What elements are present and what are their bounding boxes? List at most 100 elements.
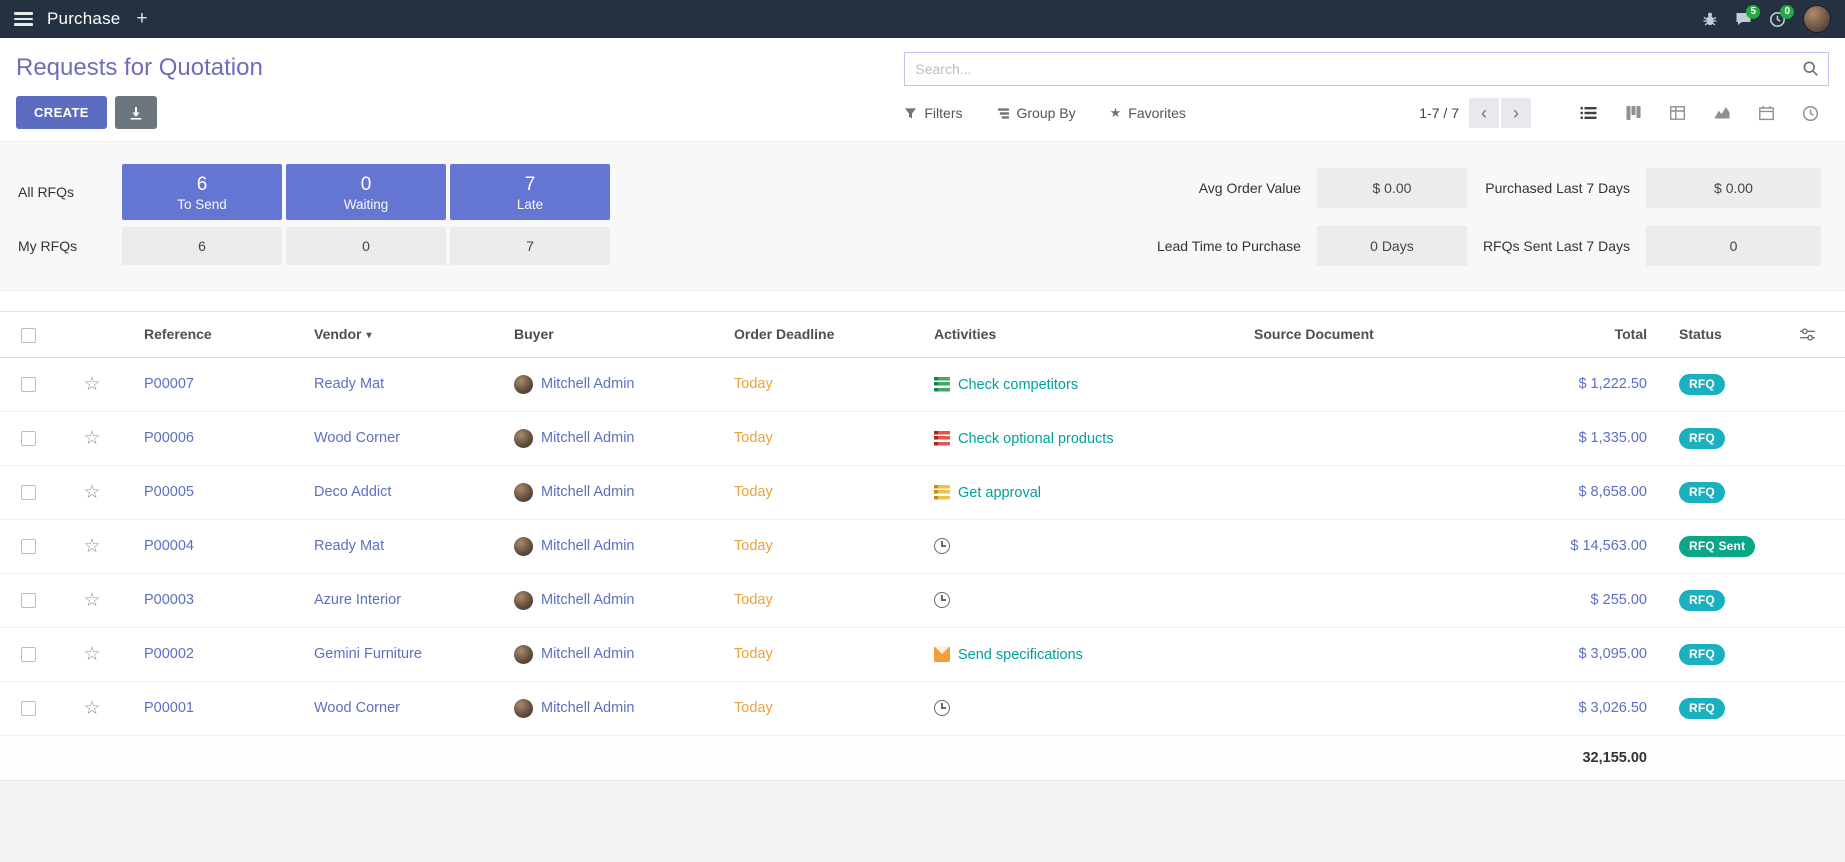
table-row[interactable]: ☆ P00003 Azure Interior Mitchell Admin T… [0,573,1845,627]
reference-link[interactable]: P00001 [144,700,194,716]
activity-link[interactable]: Send specifications [958,647,1083,663]
activity-clock-icon[interactable] [934,592,950,608]
favorite-star-icon[interactable]: ☆ [83,428,100,449]
row-checkbox[interactable] [21,431,36,446]
page-title: Requests for Quotation [16,54,850,82]
activity-link[interactable]: Check optional products [958,431,1114,447]
my-to-send[interactable]: 6 [122,227,282,265]
buyer-avatar [514,375,533,394]
reference-link[interactable]: P00007 [144,376,194,392]
pivot-view-icon[interactable] [1669,105,1686,121]
vendor-link[interactable]: Ready Mat [314,376,384,392]
app-name[interactable]: Purchase [47,9,120,29]
favorites-button[interactable]: ★ Favorites [1110,105,1186,121]
graph-view-icon[interactable] [1713,105,1731,121]
table-row[interactable]: ☆ P00007 Ready Mat Mitchell Admin Today … [0,357,1845,411]
favorite-star-icon[interactable]: ☆ [83,590,100,611]
list-view-icon[interactable] [1579,105,1598,121]
my-late[interactable]: 7 [450,227,610,265]
view-switcher [1579,105,1819,122]
create-button[interactable]: CREATE [16,96,107,129]
row-checkbox[interactable] [21,647,36,662]
lead-time-value: 0 Days [1317,226,1467,266]
rfqs-sent-last-7-days: 0 [1646,226,1821,266]
header-reference[interactable]: Reference [128,312,298,358]
buyer-link[interactable]: Mitchell Admin [541,430,634,446]
kpi-waiting[interactable]: 0 Waiting [286,164,446,220]
reference-link[interactable]: P00005 [144,484,194,500]
status-badge: RFQ [1679,698,1725,719]
buyer-link[interactable]: Mitchell Admin [541,700,634,716]
buyer-link[interactable]: Mitchell Admin [541,538,634,554]
row-checkbox[interactable] [21,701,36,716]
activity-tasks-icon[interactable] [934,484,950,500]
row-checkbox[interactable] [21,485,36,500]
header-source-document[interactable]: Source Document [1238,312,1503,358]
activity-clock-icon[interactable] [934,700,950,716]
new-tab-icon[interactable]: + [136,8,147,30]
search-input[interactable] [904,52,1829,86]
header-status[interactable]: Status [1663,312,1793,358]
debug-bug-icon[interactable] [1702,11,1718,27]
my-waiting[interactable]: 0 [286,227,446,265]
activity-tasks-icon[interactable] [934,376,950,392]
activity-clock-icon[interactable] [934,538,950,554]
export-button[interactable] [115,96,157,129]
reference-link[interactable]: P00003 [144,592,194,608]
table-row[interactable]: ☆ P00006 Wood Corner Mitchell Admin Toda… [0,411,1845,465]
reference-link[interactable]: P00004 [144,538,194,554]
activity-link[interactable]: Check competitors [958,377,1078,393]
messages-icon[interactable]: 5 [1735,11,1752,27]
row-checkbox[interactable] [21,593,36,608]
vendor-link[interactable]: Azure Interior [314,592,401,608]
rfqs-sent-last-7-days-label: RFQs Sent Last 7 Days [1483,238,1630,254]
buyer-link[interactable]: Mitchell Admin [541,592,634,608]
calendar-view-icon[interactable] [1758,105,1775,121]
filters-button[interactable]: Filters [904,105,962,121]
table-row[interactable]: ☆ P00002 Gemini Furniture Mitchell Admin… [0,627,1845,681]
kanban-view-icon[interactable] [1625,105,1642,121]
activity-view-icon[interactable] [1802,105,1819,122]
favorite-star-icon[interactable]: ☆ [83,536,100,557]
favorite-star-icon[interactable]: ☆ [83,374,100,395]
activity-mail-icon[interactable] [934,646,950,662]
order-deadline-cell: Today [718,465,918,519]
header-buyer[interactable]: Buyer [498,312,718,358]
favorite-star-icon[interactable]: ☆ [83,644,100,665]
favorite-star-icon[interactable]: ☆ [83,698,100,719]
pager-next-button[interactable]: › [1501,98,1531,128]
row-checkbox[interactable] [21,377,36,392]
buyer-link[interactable]: Mitchell Admin [541,484,634,500]
apps-menu-icon[interactable] [14,12,33,26]
vendor-link[interactable]: Ready Mat [314,538,384,554]
search-icon[interactable] [1802,60,1819,77]
activities-clock-icon[interactable]: 0 [1769,11,1786,28]
activity-link[interactable]: Get approval [958,485,1041,501]
header-activities[interactable]: Activities [918,312,1238,358]
table-row[interactable]: ☆ P00004 Ready Mat Mitchell Admin Today … [0,519,1845,573]
optional-columns-icon[interactable] [1799,327,1829,342]
favorite-star-icon[interactable]: ☆ [83,482,100,503]
kpi-late[interactable]: 7 Late [450,164,610,220]
vendor-link[interactable]: Gemini Furniture [314,646,422,662]
reference-link[interactable]: P00006 [144,430,194,446]
table-row[interactable]: ☆ P00005 Deco Addict Mitchell Admin Toda… [0,465,1845,519]
row-checkbox[interactable] [21,539,36,554]
vendor-link[interactable]: Wood Corner [314,430,400,446]
purchased-last-7-days: $ 0.00 [1646,168,1821,208]
group-by-button[interactable]: Group By [997,105,1076,121]
vendor-link[interactable]: Wood Corner [314,700,400,716]
buyer-link[interactable]: Mitchell Admin [541,376,634,392]
select-all-checkbox[interactable] [21,328,36,343]
kpi-to-send[interactable]: 6 To Send [122,164,282,220]
vendor-link[interactable]: Deco Addict [314,484,391,500]
header-total[interactable]: Total [1503,312,1663,358]
buyer-link[interactable]: Mitchell Admin [541,646,634,662]
header-order-deadline[interactable]: Order Deadline [718,312,918,358]
activity-tasks-icon[interactable] [934,430,950,446]
table-row[interactable]: ☆ P00001 Wood Corner Mitchell Admin Toda… [0,681,1845,735]
reference-link[interactable]: P00002 [144,646,194,662]
pager-previous-button[interactable]: ‹ [1469,98,1499,128]
user-avatar[interactable] [1803,5,1831,33]
header-vendor[interactable]: Vendor▾ [298,312,498,358]
